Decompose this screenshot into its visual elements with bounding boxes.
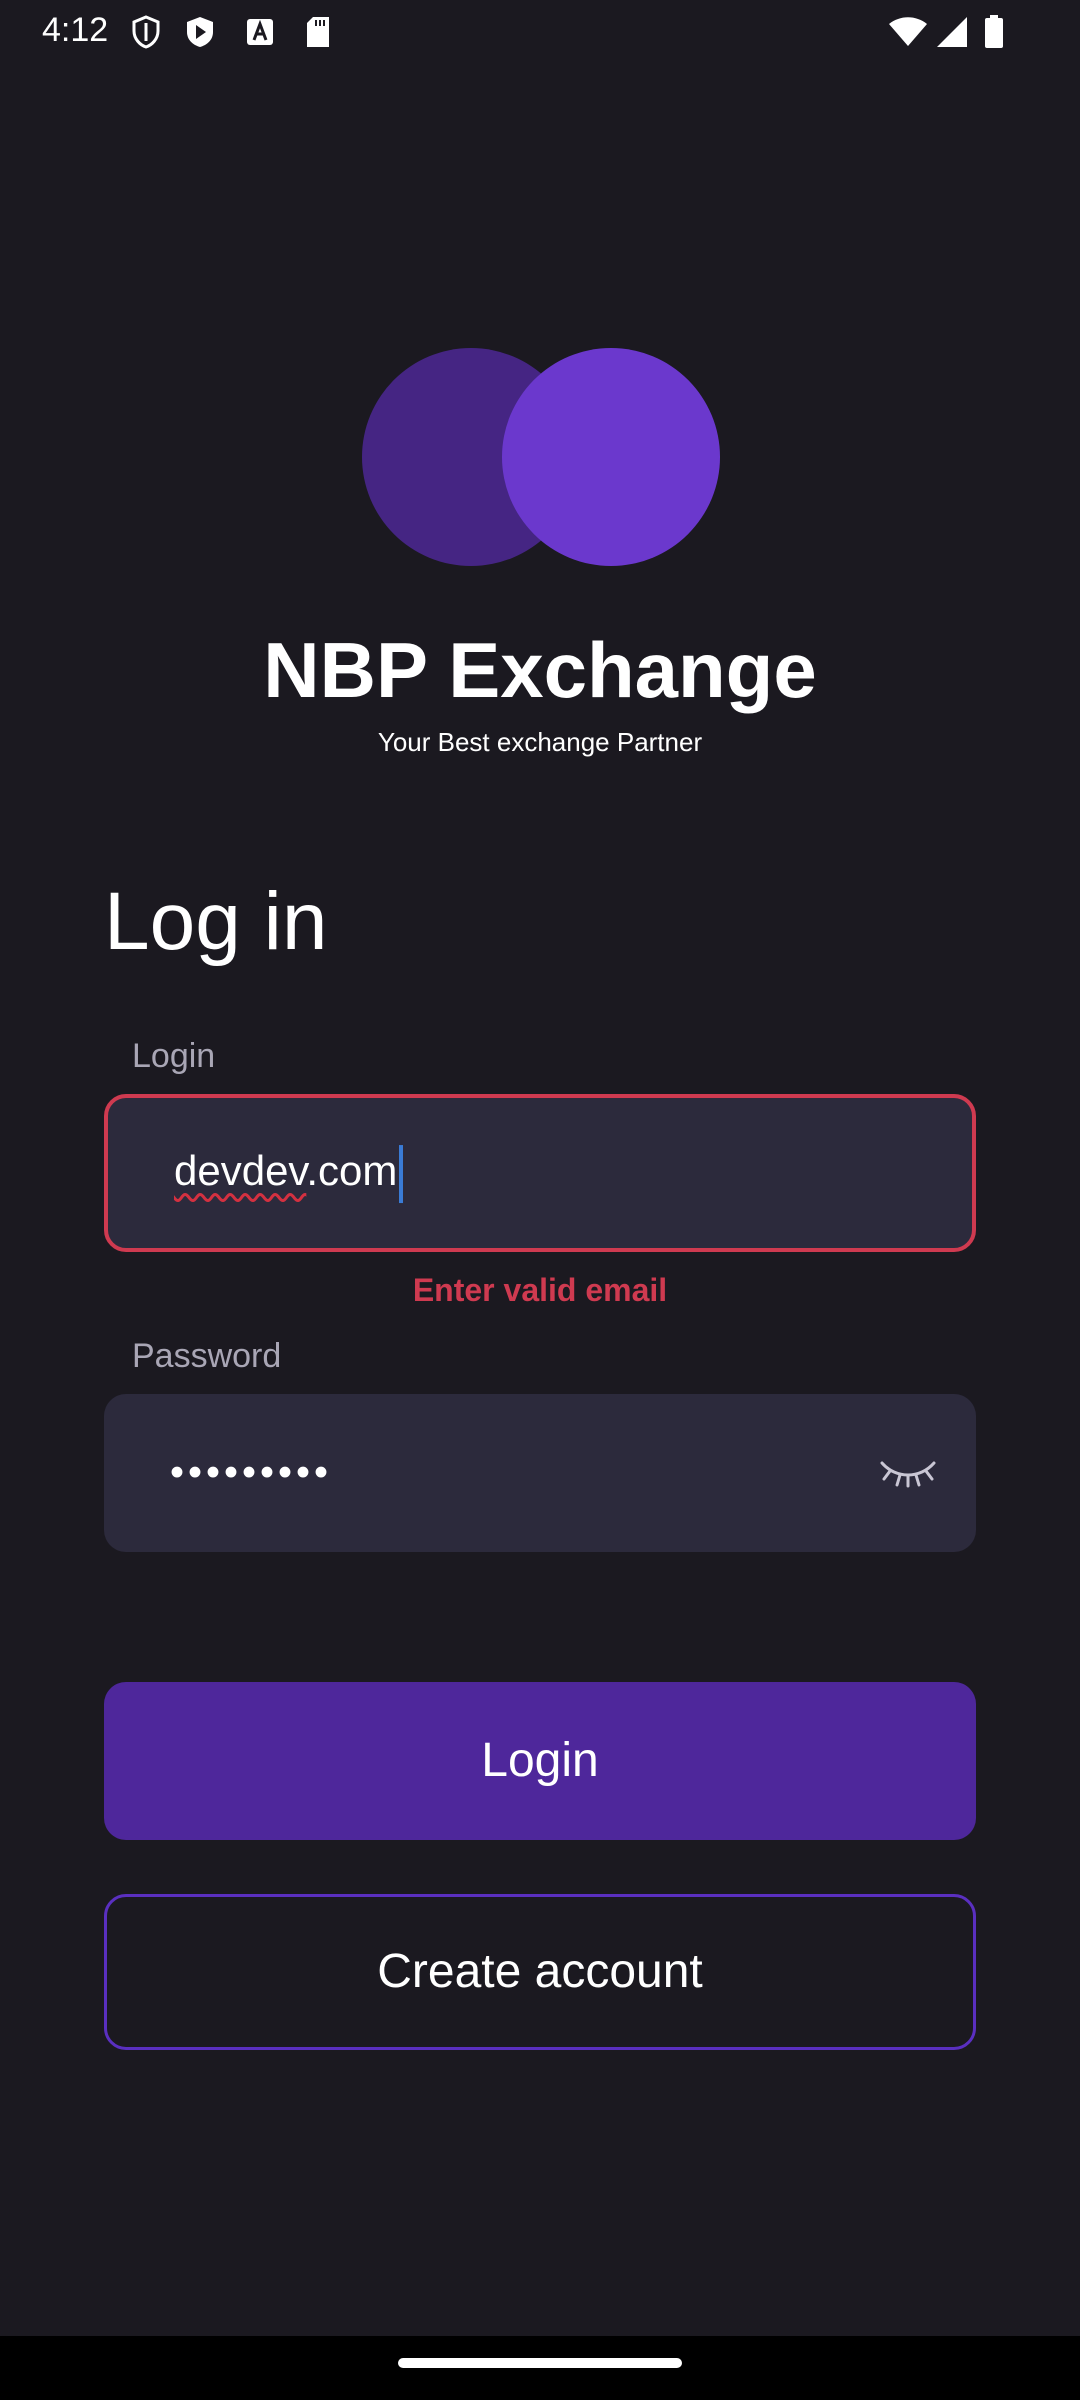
system-nav-bar (0, 2336, 1080, 2400)
cellular-signal-icon (934, 14, 970, 50)
create-account-button[interactable]: Create account (104, 1894, 976, 2050)
login-error-message: Enter valid email (412, 1272, 668, 1308)
wifi-icon (888, 14, 928, 50)
login-field-value: devdev.com (174, 1143, 404, 1203)
password-field-value: ••••••••• (170, 1450, 333, 1495)
home-indicator[interactable] (398, 2358, 682, 2368)
password-field[interactable]: ••••••••• (104, 1394, 976, 1552)
sd-card-icon (300, 14, 336, 50)
logo-circle-right (502, 348, 720, 566)
app-logo (362, 348, 720, 566)
page-title: Log in (104, 876, 328, 967)
status-time: 4:12 (42, 11, 109, 49)
shield-icon (128, 14, 164, 50)
text-cursor (399, 1144, 404, 1203)
app-title: NBP Exchange (263, 626, 817, 714)
status-bar: 4:12 (0, 0, 1080, 64)
password-field-label: Password (132, 1337, 282, 1375)
app-subtitle: Your Best exchange Partner (377, 727, 703, 757)
battery-icon (980, 14, 1008, 50)
login-screen: 4:12 NBP Exchange Your Best exchange Par… (0, 0, 1080, 2400)
font-icon (242, 14, 278, 50)
login-field-value-rest: .com (306, 1147, 398, 1195)
login-field[interactable]: devdev.com (104, 1094, 976, 1252)
login-field-label: Login (132, 1037, 216, 1075)
login-button[interactable]: Login (104, 1682, 976, 1840)
eye-closed-icon[interactable] (876, 1453, 940, 1493)
play-store-icon (182, 14, 218, 50)
spellcheck-underlined-text: devdev (174, 1147, 307, 1195)
